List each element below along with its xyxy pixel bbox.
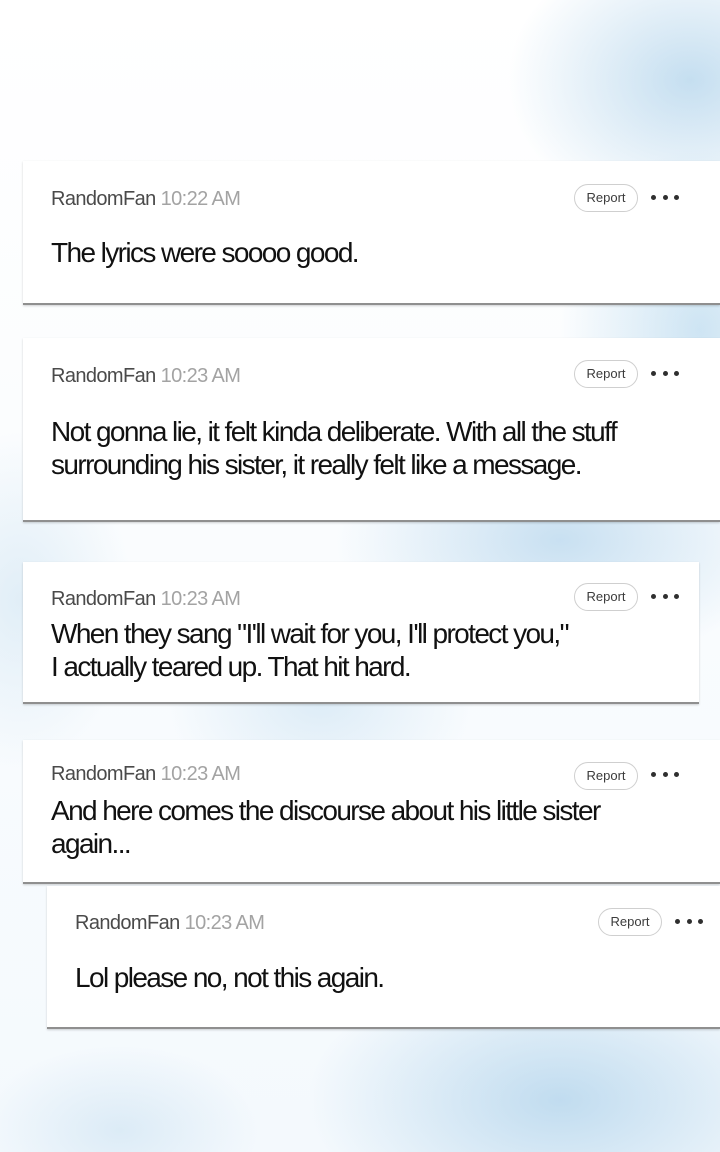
comment-text-line: I actually teared up. That hit hard. — [51, 651, 412, 682]
report-button[interactable]: Report — [574, 360, 638, 388]
comment-text: And here comes the discourse about his l… — [51, 794, 601, 860]
comment-meta: RandomFan 10:23 AM — [51, 763, 241, 786]
comment-username[interactable]: RandomFan — [51, 588, 156, 610]
more-options-icon[interactable] — [651, 591, 679, 601]
comment-text-line: And here comes the discourse about his l… — [51, 795, 601, 826]
report-button[interactable]: Report — [574, 762, 638, 790]
comment-card: RandomFan 10:23 AM Report Not gonna lie,… — [23, 338, 720, 522]
comment-username[interactable]: RandomFan — [51, 188, 156, 210]
comment-meta: RandomFan 10:23 AM — [51, 588, 241, 611]
comment-text: When they sang "I'll wait for you, I'll … — [51, 617, 570, 683]
comment-username[interactable]: RandomFan — [51, 365, 156, 387]
comment-text-line: Not gonna lie, it felt kinda deliberate.… — [51, 416, 618, 447]
comment-meta: RandomFan 10:22 AM — [51, 188, 241, 211]
more-options-icon[interactable] — [651, 368, 679, 378]
more-options-icon[interactable] — [651, 192, 679, 202]
comment-text-line: again... — [51, 828, 132, 859]
comment-text: Not gonna lie, it felt kinda deliberate.… — [51, 415, 618, 481]
comment-timestamp: 10:23 AM — [160, 588, 241, 610]
comment-text: The lyrics were soooo good. — [51, 236, 360, 269]
comment-timestamp: 10:23 AM — [160, 365, 241, 387]
comment-timestamp: 10:23 AM — [184, 912, 265, 934]
comment-timestamp: 10:22 AM — [160, 188, 241, 210]
comment-meta: RandomFan 10:23 AM — [51, 365, 241, 388]
report-button[interactable]: Report — [574, 184, 638, 212]
report-button[interactable]: Report — [598, 908, 662, 936]
comment-text-line: surrounding his sister, it really felt l… — [51, 449, 582, 480]
more-options-icon[interactable] — [651, 769, 679, 779]
reply-card: RandomFan 10:23 AM Report Lol please no,… — [47, 886, 720, 1029]
comment-text-line: When they sang "I'll wait for you, I'll … — [51, 618, 570, 649]
report-button[interactable]: Report — [574, 583, 638, 611]
comment-text-line: The lyrics were soooo good. — [51, 237, 360, 268]
comment-meta: RandomFan 10:23 AM — [75, 912, 265, 935]
comment-card: RandomFan 10:23 AM Report When they sang… — [23, 562, 699, 704]
comment-username[interactable]: RandomFan — [51, 763, 156, 785]
comment-username[interactable]: RandomFan — [75, 912, 180, 934]
comment-card: RandomFan 10:22 AM Report The lyrics wer… — [23, 161, 720, 305]
comment-text: Lol please no, not this again. — [75, 961, 385, 994]
comment-timestamp: 10:23 AM — [160, 763, 241, 785]
more-options-icon[interactable] — [675, 916, 703, 926]
comment-text-line: Lol please no, not this again. — [75, 962, 385, 993]
comment-card: RandomFan 10:23 AM Report And here comes… — [23, 740, 720, 884]
